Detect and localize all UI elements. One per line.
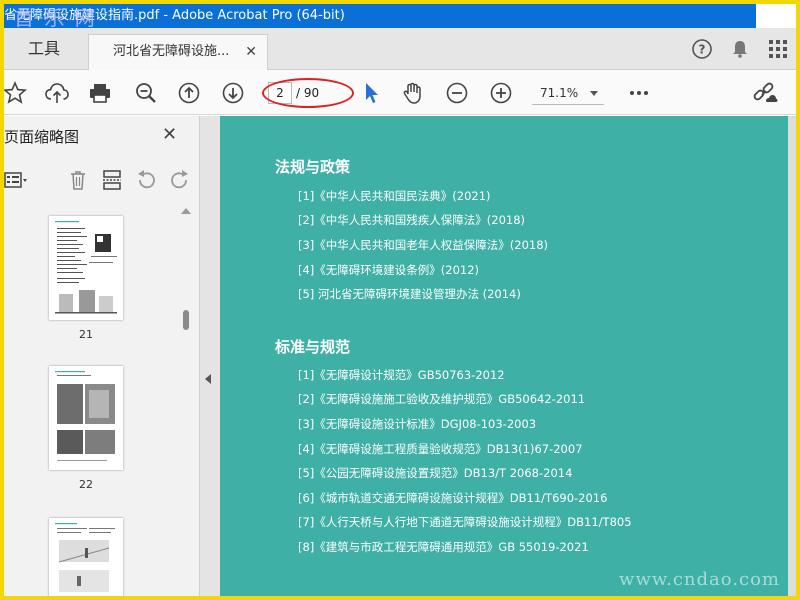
acrobat-window: 省无障碍设施建设指南.pdf - Adobe Acrobat Pro (64-b… [4, 4, 796, 596]
reference-item: [8]《建筑与市政工程无障碍通用规范》GB 55019-2021 [298, 540, 589, 554]
section-title: 法规与政策 [275, 158, 351, 176]
reference-item: [2]《中华人民共和国残疾人保障法》(2018) [298, 213, 526, 227]
panel-toolbar [4, 164, 200, 194]
previous-page-icon[interactable] [176, 80, 202, 106]
zoom-level-value: 71.1% [540, 86, 579, 100]
zoom-out-minus-icon[interactable] [444, 80, 470, 106]
reference-item: [3]《无障碍设施设计标准》DGJ08-103-2003 [298, 417, 537, 431]
next-page-icon[interactable] [220, 80, 246, 106]
minimize-button[interactable] [756, 4, 796, 28]
rotate-left-icon[interactable] [134, 168, 158, 192]
reference-item: [7]《人行天桥与人行地下通道无障碍设施设计规程》DB11/T805 [298, 515, 632, 529]
bookmark-star-icon[interactable] [4, 80, 28, 106]
tab-document[interactable]: 河北省无障碍设施... ✕ [88, 34, 268, 70]
window-controls [756, 4, 796, 28]
highlight-oval [262, 78, 354, 108]
zoom-in-plus-icon[interactable] [488, 80, 514, 106]
reference-item: [3]《中华人民共和国老年人权益保障法》(2018) [298, 238, 549, 252]
share-link-icon[interactable] [752, 80, 778, 106]
collapse-arrow-icon[interactable] [205, 374, 211, 384]
page-thumbnail[interactable] [49, 216, 123, 320]
apps-grid-icon[interactable] [766, 37, 790, 61]
rotate-right-icon[interactable] [168, 168, 192, 192]
panel-title: 页面缩略图 [4, 128, 80, 146]
reference-item: [6]《城市轨道交通无障碍设施设计规程》DB11/T690-2016 [298, 491, 608, 505]
hand-tool-icon[interactable] [400, 80, 426, 106]
more-options-icon[interactable] [626, 80, 652, 106]
close-panel-icon[interactable]: ✕ [162, 124, 177, 145]
tab-bar: 工具 河北省无障碍设施... ✕ ? [4, 28, 796, 70]
tab-tools[interactable]: 工具 [4, 28, 84, 70]
reference-item: [4]《无障碍环境建设条例》(2012) [298, 263, 480, 277]
thumbnail-options-icon[interactable] [4, 168, 28, 192]
document-view: 法规与政策 [1]《中华人民共和国民法典》(2021) [2]《中华人民共和国残… [220, 116, 796, 596]
reference-item: [1]《中华人民共和国民法典》(2021) [298, 189, 491, 203]
svg-text:?: ? [699, 43, 706, 57]
panel-collapse-strip[interactable] [200, 116, 220, 596]
cloud-upload-icon[interactable] [44, 80, 70, 106]
section-title: 标准与规范 [275, 338, 351, 356]
window-title: 省无障碍设施建设指南.pdf - Adobe Acrobat Pro (64-b… [4, 8, 345, 23]
main-toolbar: 2 / 90 71.1% [4, 70, 796, 115]
page-thumbnail[interactable] [49, 518, 123, 596]
scrollbar-thumb[interactable] [183, 310, 189, 330]
reference-item: [2]《无障碍设施施工验收及维护规范》GB50642-2011 [298, 392, 586, 406]
tab-document-label: 河北省无障碍设施... [113, 44, 230, 59]
reference-item: [1]《无障碍设计规范》GB50763-2012 [298, 368, 505, 382]
tab-right-icons: ? [690, 28, 790, 70]
chevron-down-icon [590, 91, 598, 96]
close-tab-icon[interactable]: ✕ [245, 35, 257, 69]
select-cursor-icon[interactable] [358, 80, 384, 106]
reference-item: [5]《公园无障碍设施设置规范》DB13/T 2068-2014 [298, 466, 573, 480]
delete-page-icon[interactable] [66, 168, 90, 192]
thumbnail-page-number: 21 [79, 328, 93, 341]
watermark-bottom: www.cndao.com [619, 569, 780, 590]
title-bar: 省无障碍设施建设指南.pdf - Adobe Acrobat Pro (64-b… [4, 4, 796, 28]
thumbnail-page-number: 22 [79, 478, 93, 491]
zoom-level-select[interactable]: 71.1% [532, 81, 604, 105]
notification-bell-icon[interactable] [728, 37, 752, 61]
document-page: 法规与政策 [1]《中华人民共和国民法典》(2021) [2]《中华人民共和国残… [220, 116, 788, 596]
page-thumbnail[interactable] [49, 366, 123, 470]
thumbnail-scrollbar[interactable] [180, 206, 192, 596]
insert-page-icon[interactable] [100, 168, 124, 192]
reference-item: [4]《无障碍设施工程质量验收规范》DB13(1)67-2007 [298, 442, 583, 456]
print-icon[interactable] [87, 80, 113, 106]
thumbnails-panel: 页面缩略图 ✕ 21 22 [4, 116, 200, 596]
scroll-up-icon[interactable] [181, 208, 191, 214]
reference-item: [5] 河北省无障碍环境建设管理办法 (2014) [298, 287, 521, 301]
zoom-out-magnifier-icon[interactable] [133, 80, 159, 106]
thumbnail-list: 21 22 [4, 206, 176, 596]
help-icon[interactable]: ? [690, 37, 714, 61]
minimize-icon [756, 4, 796, 28]
